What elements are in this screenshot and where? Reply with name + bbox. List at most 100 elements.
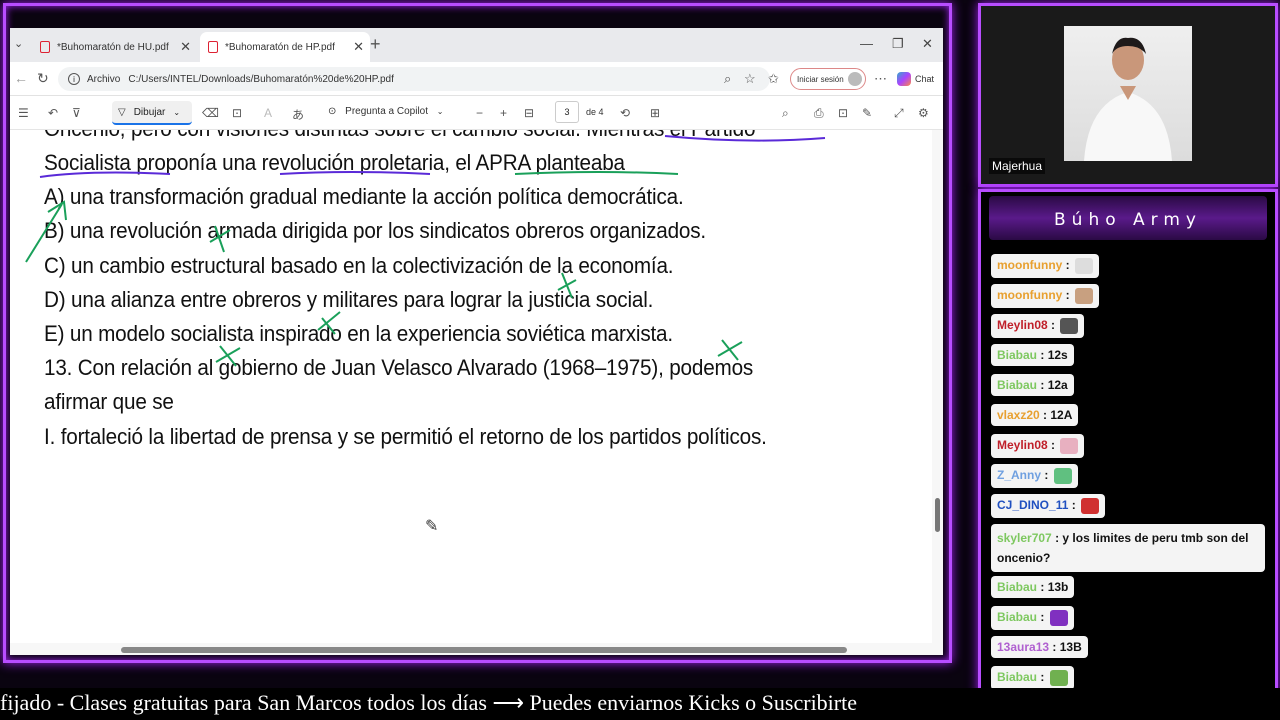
- read-aloud-icon[interactable]: A: [264, 106, 272, 120]
- zoom-out-icon[interactable]: −: [476, 106, 483, 120]
- chat-message: Biabau : 12a: [991, 374, 1074, 396]
- horizontal-scroll-thumb[interactable]: [121, 647, 847, 653]
- doc-line: afirmar que se: [44, 389, 174, 414]
- restore-icon[interactable]: ❐: [892, 36, 904, 52]
- option-c: C) un cambio estructural basado en la co…: [44, 253, 674, 278]
- chat-header: Búho Army: [989, 196, 1267, 240]
- frog-emote-icon: [1053, 468, 1072, 484]
- option-d: D) una alianza entre obreros y militares…: [44, 287, 654, 312]
- minimize-icon[interactable]: —: [860, 36, 873, 51]
- url-text: C:/Users/INTEL/Downloads/Buhomaratón%20d…: [128, 73, 394, 85]
- chat-username[interactable]: Meylin08: [997, 318, 1048, 332]
- highlight-icon[interactable]: ⊽: [72, 106, 81, 120]
- search-icon[interactable]: ⌕: [782, 106, 789, 121]
- streamer-name: Majerhua: [989, 158, 1046, 174]
- pdf-file-icon: [40, 41, 50, 53]
- back-icon[interactable]: ←: [14, 70, 28, 86]
- chat-message: Biabau :: [991, 666, 1074, 690]
- chat-text: 13B: [1059, 640, 1082, 654]
- chat-text: 13b: [1047, 580, 1069, 594]
- chat-separator: :: [1068, 498, 1080, 513]
- undo-icon[interactable]: ↶: [48, 106, 58, 120]
- chat-separator: :: [1047, 438, 1059, 453]
- contents-icon[interactable]: ☰: [18, 106, 29, 120]
- webcam-panel: Majerhua: [981, 6, 1275, 184]
- chat-username[interactable]: moonfunny: [997, 288, 1062, 302]
- anime-emote-icon: [1060, 438, 1079, 454]
- chat-username[interactable]: Biabau: [997, 348, 1037, 362]
- chat-username[interactable]: CJ_DINO_11: [997, 498, 1068, 512]
- chat-message: moonfunny :: [991, 254, 1099, 278]
- chevron-down-icon: ⌄: [436, 107, 444, 116]
- text-box-icon[interactable]: ⊡: [232, 106, 242, 120]
- draw-button[interactable]: ▽ Dibujar ⌄: [112, 101, 192, 125]
- copilot-chat-button[interactable]: Chat: [897, 72, 934, 86]
- page-view-icon[interactable]: ⊞: [650, 106, 660, 120]
- chat-username[interactable]: moonfunny: [997, 258, 1062, 272]
- new-tab-icon[interactable]: +: [370, 34, 381, 55]
- wizard-emote-icon: [1049, 610, 1068, 626]
- chat-username[interactable]: Biabau: [997, 610, 1037, 624]
- chat-username[interactable]: 13aura13: [997, 640, 1049, 654]
- browser-window: ⌄ *Buhomaratón de HU.pdf ✕ *Buhomaratón …: [10, 28, 943, 655]
- chat-separator: :: [1037, 610, 1048, 625]
- rotate-icon[interactable]: ⟲: [620, 106, 630, 120]
- signin-button[interactable]: Iniciar sesión: [790, 68, 866, 90]
- chat-message: CJ_DINO_11 :: [991, 494, 1106, 518]
- chat-username[interactable]: Biabau: [997, 670, 1037, 684]
- close-tab-icon[interactable]: ✕: [180, 39, 191, 55]
- tab-buhomaraton-hp[interactable]: *Buhomaratón de HP.pdf ✕: [200, 32, 370, 62]
- info-icon[interactable]: i: [68, 73, 80, 85]
- zoom-in-icon[interactable]: +: [500, 106, 507, 120]
- horizontal-scrollbar[interactable]: [10, 643, 932, 655]
- chat-username[interactable]: Biabau: [997, 378, 1037, 392]
- doc-line: Oncenio, pero con visiones distintas sob…: [44, 130, 866, 142]
- chat-separator: :: [1062, 258, 1073, 273]
- chat-username[interactable]: Meylin08: [997, 438, 1048, 452]
- save-as-icon[interactable]: ✎: [862, 106, 872, 120]
- chat-username[interactable]: Biabau: [997, 580, 1037, 594]
- vertical-scrollbar[interactable]: [932, 130, 943, 655]
- favorites-icon[interactable]: ✩: [768, 71, 779, 87]
- question-13: 13. Con relación al gobierno de Juan Vel…: [44, 355, 754, 380]
- favorite-star-icon[interactable]: ☆: [744, 71, 756, 87]
- page-number-input[interactable]: 3: [555, 101, 579, 123]
- settings-gear-icon[interactable]: ⚙: [918, 106, 929, 120]
- save-icon[interactable]: ⊡: [838, 106, 848, 120]
- chat-username[interactable]: vlaxz20: [997, 408, 1040, 422]
- eraser-icon[interactable]: ⌫: [202, 106, 219, 120]
- more-options-icon[interactable]: ⋯: [874, 71, 887, 87]
- dino-emote-icon: [1081, 498, 1100, 514]
- signin-label: Iniciar sesión: [797, 74, 844, 84]
- chat-title: Búho Army: [1054, 210, 1202, 230]
- ticker-bar: fijado - Clases gratuitas para San Marco…: [0, 688, 1280, 720]
- chat-label: Chat: [915, 74, 935, 84]
- zoom-icon[interactable]: ⌕: [724, 71, 731, 87]
- tab-buhomaraton-hu[interactable]: *Buhomaratón de HU.pdf ✕: [32, 32, 197, 62]
- doc-line: Socialista proponía una revolución prole…: [44, 150, 625, 175]
- alien-emote-icon: [1049, 670, 1068, 686]
- chat-text: 12A: [1050, 408, 1073, 422]
- reload-icon[interactable]: ↻: [37, 70, 49, 87]
- close-tab-icon[interactable]: ✕: [353, 39, 364, 55]
- fit-page-icon[interactable]: ⊟: [524, 106, 534, 120]
- expand-icon[interactable]: ⤢: [894, 106, 904, 121]
- chat-separator: :: [1037, 580, 1048, 594]
- ask-copilot-button[interactable]: ⊙ Pregunta a Copilot ⌄: [328, 106, 444, 117]
- profile-avatar-icon: [848, 72, 862, 86]
- person-emote-icon: [1060, 318, 1079, 334]
- chat-message: Meylin08 :: [991, 434, 1085, 458]
- vertical-scroll-thumb[interactable]: [935, 498, 940, 532]
- translate-icon[interactable]: あ: [292, 106, 304, 123]
- pdf-toolbar: ☰ ↶ ⊽ ▽ Dibujar ⌄ ⌫ ⊡ A あ ⊙ Pregunta a C…: [10, 96, 943, 130]
- print-icon[interactable]: ⎙: [814, 106, 824, 121]
- tab-list-chevron-icon[interactable]: ⌄: [14, 37, 23, 50]
- close-window-icon[interactable]: ✕: [922, 36, 933, 52]
- address-bar[interactable]: i Archivo C:/Users/INTEL/Downloads/Buhom…: [58, 67, 770, 91]
- chat-message: Biabau :: [991, 606, 1074, 630]
- chat-username[interactable]: skyler707: [997, 531, 1052, 545]
- url-scheme: Archivo: [87, 73, 121, 85]
- chat-message: 13aura13 : 13B: [991, 636, 1088, 658]
- chevron-down-icon: ⌄: [173, 107, 181, 117]
- chat-username[interactable]: Z_Anny: [997, 468, 1041, 482]
